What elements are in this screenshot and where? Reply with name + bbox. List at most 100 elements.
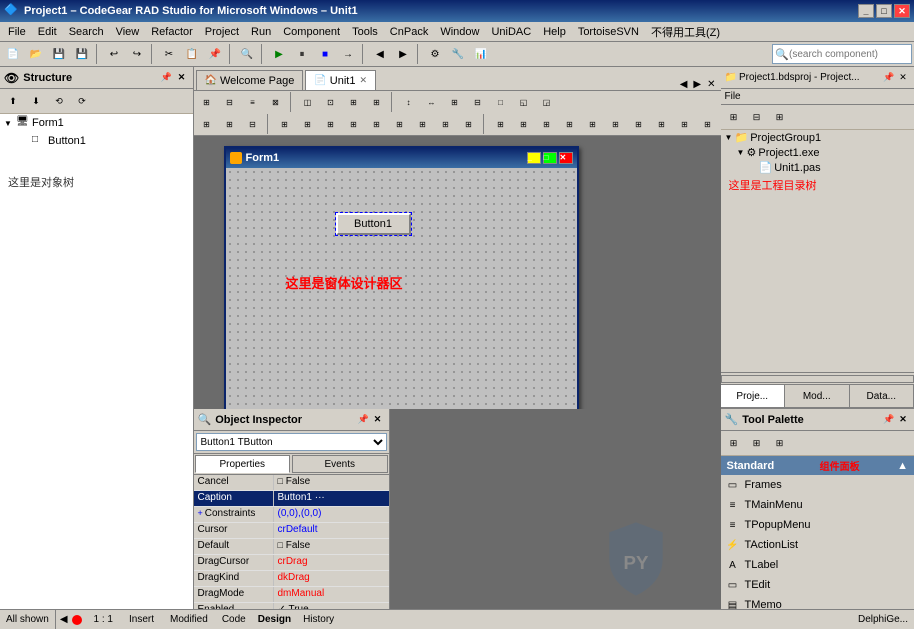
ed-tb-8[interactable]: ⊞ [366,92,388,112]
pal-tb1[interactable]: ⊞ [723,433,745,453]
form-maximize[interactable]: □ [543,152,557,164]
menu-unidac[interactable]: UniDAC [485,25,537,39]
tb-next[interactable]: ▶ [392,44,414,64]
oi-val-constraints[interactable]: (0,0),(0,0) [274,507,389,522]
tb-misc3[interactable]: 📊 [470,44,492,64]
menu-file[interactable]: File [2,25,32,39]
tree-item-button1[interactable]: □ Button1 [0,132,193,150]
menu-help[interactable]: Help [537,25,572,39]
palette-pin[interactable]: 📌 [882,413,896,427]
oi-row-caption[interactable]: Caption Button1 ··· [194,491,389,507]
ed-tb2-13[interactable]: ⊞ [490,114,512,134]
menu-edit[interactable]: Edit [32,25,63,39]
proj-tb3[interactable]: ⊞ [769,107,791,127]
structure-close[interactable]: ✕ [175,71,189,85]
structure-pin[interactable]: 📌 [160,71,174,85]
tab-nav-right[interactable]: ▶ [690,79,704,90]
tb-saveall[interactable]: 💾 [71,44,93,64]
proj-item-group[interactable]: ▼ 📁 ProjectGroup1 [721,130,914,145]
oi-val-dragcursor[interactable]: crDrag [274,555,389,570]
menu-run[interactable]: Run [245,25,277,39]
ed-tb2-12[interactable]: ⊞ [458,114,480,134]
tb-stop[interactable]: ■ [314,44,336,64]
oi-select[interactable]: Button1 TButton [196,433,387,451]
tab-unit1-close[interactable]: ✕ [359,75,367,86]
oi-tab-properties[interactable]: Properties [195,455,291,473]
pal-tb2[interactable]: ⊞ [746,433,768,453]
tb-undo[interactable]: ↩ [103,44,125,64]
oi-tab-events[interactable]: Events [292,455,388,473]
palette-item-tmemo[interactable]: ▤ TMemo [721,595,914,609]
proj-scrollbar[interactable] [721,372,914,384]
tb-run[interactable]: ▶ [268,44,290,64]
menu-refactor[interactable]: Refactor [145,25,199,39]
oi-val-caption[interactable]: Button1 ··· [274,491,389,506]
oi-row-default[interactable]: Default □ False [194,539,389,555]
tb-misc1[interactable]: ⚙ [424,44,446,64]
pal-tb3[interactable]: ⊞ [769,433,791,453]
palette-close[interactable]: ✕ [896,413,910,427]
minimize-button[interactable]: _ [858,4,874,18]
ed-tb-4[interactable]: ⊠ [265,92,287,112]
ed-tb2-7[interactable]: ⊞ [343,114,365,134]
ed-tb2-2[interactable]: ⊞ [219,114,241,134]
form-minimize[interactable]: _ [527,152,541,164]
ed-tb2-5[interactable]: ⊞ [297,114,319,134]
status-design-tab[interactable]: Design [252,610,297,629]
ed-tb2-1[interactable]: ⊞ [196,114,218,134]
oi-val-cursor[interactable]: crDefault [274,523,389,538]
tb-step[interactable]: → [337,44,359,64]
palette-section-header[interactable]: Standard 组件面板 ▲ [721,456,914,475]
palette-item-tedit[interactable]: ▭ TEdit [721,575,914,595]
ed-tb2-8[interactable]: ⊞ [366,114,388,134]
status-history-tab[interactable]: History [297,610,340,629]
ed-tb-1[interactable]: ⊞ [196,92,218,112]
proj-tab-2[interactable]: Mod... [785,385,850,407]
struct-tb-3[interactable]: ⟲ [48,91,70,111]
menu-search[interactable]: Search [63,25,110,39]
tab-welcome[interactable]: 🏠 Welcome Page [196,70,304,90]
proj-close[interactable]: ✕ [896,71,910,85]
ed-tb-5[interactable]: ◫ [297,92,319,112]
tab-unit1[interactable]: 📄 Unit1 ✕ [305,70,376,90]
tb-redo[interactable]: ↪ [126,44,148,64]
form-close[interactable]: ✕ [559,152,573,164]
tb-misc2[interactable]: 🔧 [447,44,469,64]
ed-tb-6[interactable]: ⊡ [320,92,342,112]
ed-tb-14[interactable]: ◱ [513,92,535,112]
menu-custom[interactable]: 不得用工具(Z) [645,23,726,41]
close-button[interactable]: ✕ [894,4,910,18]
proj-tab-3[interactable]: Data... [850,385,914,407]
ed-tb2-4[interactable]: ⊞ [274,114,296,134]
tab-nav-left[interactable]: ◀ [677,79,691,90]
tb-save[interactable]: 💾 [48,44,70,64]
oi-selector[interactable]: Button1 TButton [194,431,389,454]
struct-tb-1[interactable]: ⬆ [2,91,24,111]
tab-nav-close[interactable]: ✕ [704,79,718,90]
palette-item-tpopupmenu[interactable]: ≡ TPopupMenu [721,515,914,535]
menu-cnpack[interactable]: CnPack [384,25,435,39]
search-box[interactable]: 🔍 [772,44,912,64]
tb-paste[interactable]: 📌 [204,44,226,64]
oi-val-dragmode[interactable]: dmManual [274,587,389,602]
ed-tb-11[interactable]: ⊞ [444,92,466,112]
menu-window[interactable]: Window [434,25,485,39]
oi-row-cancel[interactable]: Cancel □ False [194,475,389,491]
ed-tb-12[interactable]: ⊟ [467,92,489,112]
ed-tb2-11[interactable]: ⊞ [435,114,457,134]
palette-item-tactionlist[interactable]: ⚡ TActionList [721,535,914,555]
oi-row-constraints[interactable]: +Constraints (0,0),(0,0) [194,507,389,523]
menu-project[interactable]: Project [199,25,245,39]
oi-row-dragkind[interactable]: DragKind dkDrag [194,571,389,587]
form-content[interactable]: Button1 这里是窗体设计器区 [226,168,577,409]
tb-pause[interactable]: ⏸ [291,44,313,64]
struct-tb-4[interactable]: ⟳ [71,91,93,111]
search-input[interactable] [789,49,909,60]
oi-row-dragcursor[interactable]: DragCursor crDrag [194,555,389,571]
ed-tb-3[interactable]: ≡ [242,92,264,112]
oi-val-dragkind[interactable]: dkDrag [274,571,389,586]
ed-tb-7[interactable]: ⊞ [343,92,365,112]
proj-tab-1[interactable]: Proje... [721,385,786,407]
menu-tortoise[interactable]: TortoiseSVN [572,25,645,39]
ed-tb2-20[interactable]: ⊞ [651,114,673,134]
